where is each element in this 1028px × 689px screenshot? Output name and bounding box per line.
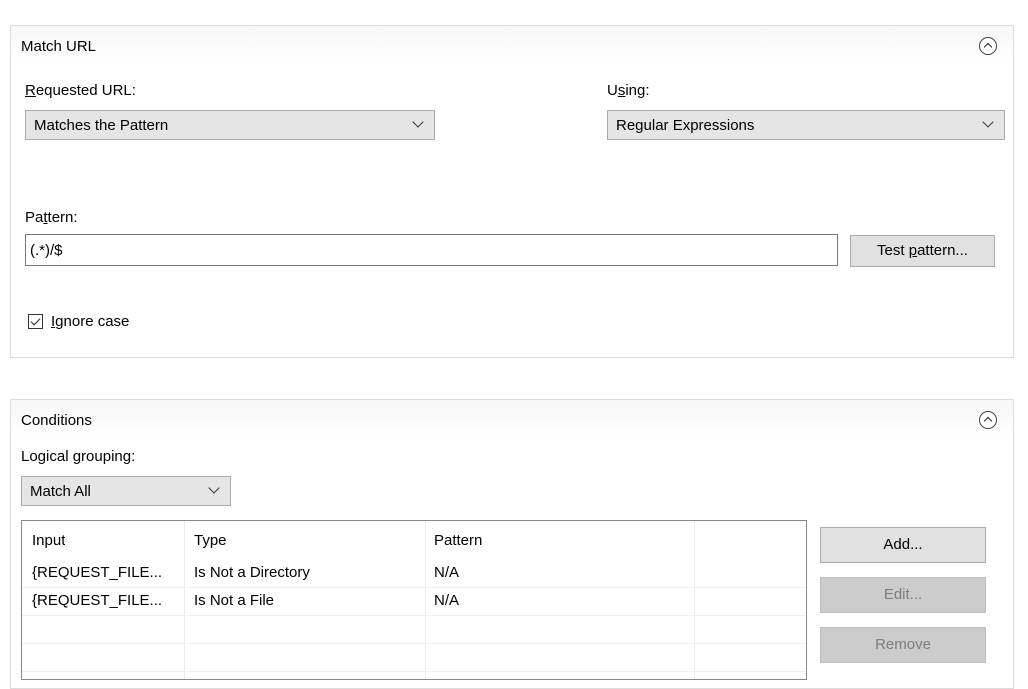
cell-type: Is Not a File xyxy=(194,592,275,609)
chevron-down-icon xyxy=(208,482,220,494)
table-row[interactable]: {REQUEST_FILE... Is Not a Directory N/A xyxy=(22,559,806,588)
column-header-pattern[interactable]: Pattern xyxy=(434,527,482,555)
collapse-match-url-icon[interactable] xyxy=(979,37,997,55)
conditions-list[interactable]: Input Type Pattern {REQUEST_FILE... Is N… xyxy=(21,520,807,680)
cell-input: {REQUEST_FILE... xyxy=(32,564,163,581)
pattern-label: Pattern: xyxy=(25,209,78,226)
cell-pattern: N/A xyxy=(434,564,460,581)
match-url-header: Match URL xyxy=(11,26,1013,66)
column-header-input[interactable]: Input xyxy=(32,527,65,555)
using-select[interactable]: Regular Expressions xyxy=(607,110,1005,140)
test-pattern-button[interactable]: Test pattern... xyxy=(850,235,995,267)
using-label: Using: xyxy=(607,82,650,99)
empty-row xyxy=(22,615,806,644)
chevron-down-icon xyxy=(982,116,994,128)
cell-input: {REQUEST_FILE... xyxy=(32,592,163,609)
remove-condition-button[interactable]: Remove xyxy=(820,627,986,663)
ignore-case-label[interactable]: Ignore case xyxy=(51,313,129,330)
pattern-input-box xyxy=(25,234,838,266)
logical-grouping-select[interactable]: Match All xyxy=(21,476,231,506)
checkmark-icon xyxy=(30,315,41,326)
list-header: Input Type Pattern xyxy=(22,527,806,555)
cell-type: Is Not a Directory xyxy=(194,564,310,581)
empty-row xyxy=(22,643,806,672)
column-header-type[interactable]: Type xyxy=(194,527,227,555)
match-url-title: Match URL xyxy=(21,38,97,55)
requested-url-label: Requested URL: xyxy=(25,82,136,99)
logical-grouping-label: Logical grouping: xyxy=(21,448,136,465)
add-condition-button[interactable]: Add... xyxy=(820,527,986,563)
conditions-group: Conditions Logical grouping: Match All I… xyxy=(10,399,1014,689)
table-row[interactable]: {REQUEST_FILE... Is Not a File N/A xyxy=(22,587,806,616)
ignore-case-checkbox[interactable] xyxy=(28,314,43,329)
conditions-title: Conditions xyxy=(21,412,92,429)
match-url-group: Match URL Requested URL: Matches the Pat… xyxy=(10,25,1014,358)
conditions-header: Conditions xyxy=(11,400,1013,440)
cell-pattern: N/A xyxy=(434,592,460,609)
collapse-conditions-icon[interactable] xyxy=(979,411,997,429)
pattern-input[interactable] xyxy=(26,235,837,265)
edit-condition-button[interactable]: Edit... xyxy=(820,577,986,613)
requested-url-select[interactable]: Matches the Pattern xyxy=(25,110,435,140)
chevron-down-icon xyxy=(412,116,424,128)
